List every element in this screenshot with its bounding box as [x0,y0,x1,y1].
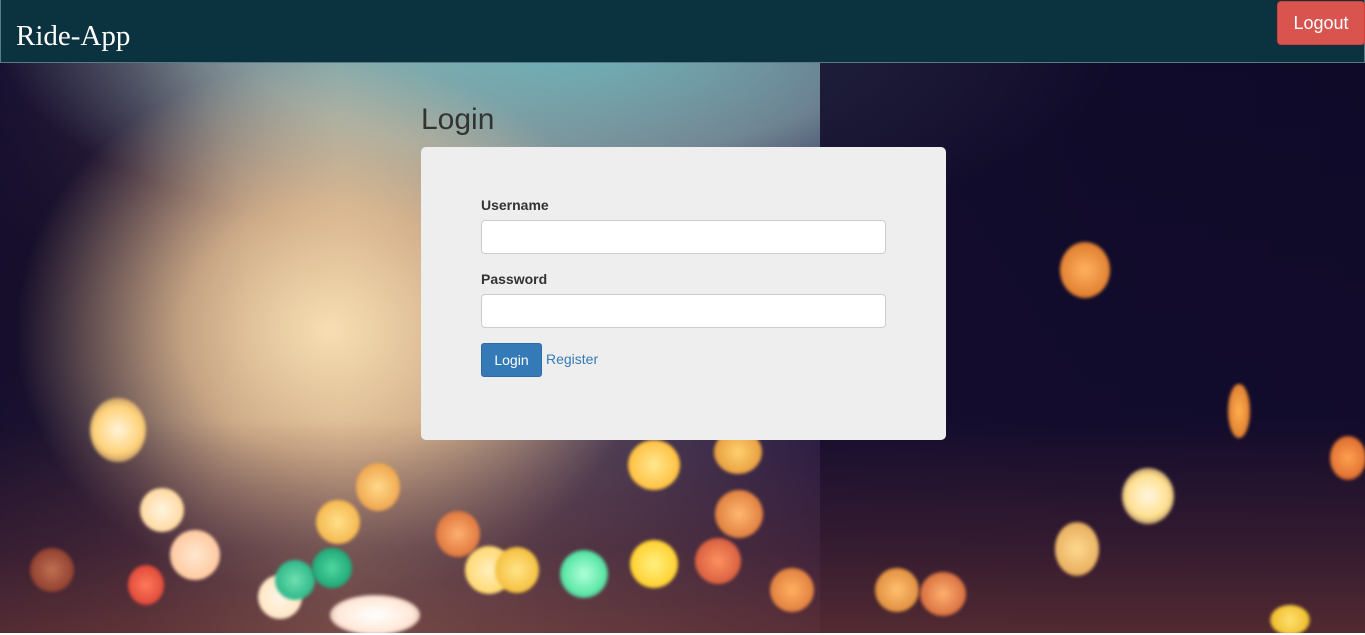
bokeh-light [628,440,680,490]
bokeh-light [875,568,919,612]
bokeh-light [275,560,315,600]
bokeh-light [920,572,966,616]
background-haze [0,420,1365,635]
navbar: Ride-App Logout [0,0,1365,63]
bokeh-light [312,548,352,588]
username-label: Username [481,197,549,213]
logout-button[interactable]: Logout [1277,1,1365,45]
bokeh-light [90,398,146,462]
bokeh-light [170,530,220,580]
bokeh-light [1122,468,1174,524]
bokeh-light [715,490,763,538]
login-form: Username Password Login Register [421,147,946,440]
app-brand[interactable]: Ride-App [16,18,130,54]
bokeh-light [1055,522,1099,576]
bokeh-light [695,538,741,584]
password-label: Password [481,271,548,287]
bokeh-light [316,500,360,544]
register-link[interactable]: Register [546,351,598,367]
bokeh-light [1060,242,1110,298]
username-input[interactable] [481,220,886,254]
bokeh-light [140,488,184,532]
bokeh-light [128,565,164,605]
bokeh-light [1270,605,1310,635]
bokeh-light [330,595,420,635]
bokeh-light [495,547,539,593]
bokeh-light [630,540,678,588]
bokeh-light [1228,384,1250,438]
page-title: Login [421,103,495,136]
bokeh-light [356,463,400,511]
bokeh-light [770,568,814,612]
bokeh-light [30,548,74,592]
bokeh-light [560,550,608,598]
password-input[interactable] [481,294,886,328]
bokeh-light [1330,436,1365,480]
login-button[interactable]: Login [481,343,542,377]
